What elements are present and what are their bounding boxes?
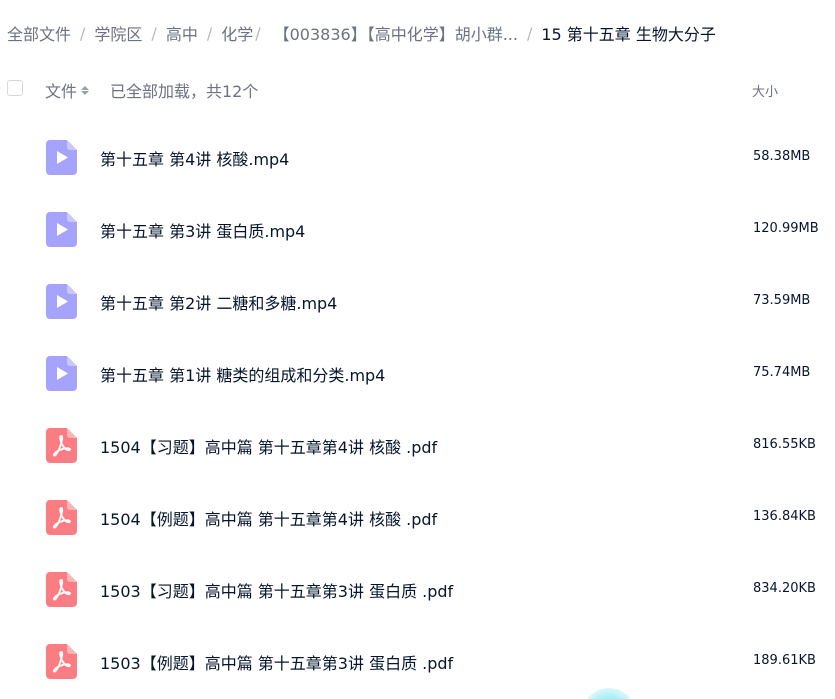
name-column-header[interactable]: 文件 xyxy=(45,78,90,102)
file-size: 58.38MB xyxy=(753,149,811,164)
size-column-header[interactable]: 大小 xyxy=(752,81,778,100)
breadcrumb-item-chemistry[interactable]: 化学 xyxy=(221,21,253,45)
video-file-icon xyxy=(46,356,77,391)
file-size: 120.99MB xyxy=(753,221,819,236)
breadcrumb-item-academy[interactable]: 学院区 xyxy=(94,21,142,45)
file-row[interactable]: 1503【习题】高中篇 第十五章第3讲 蛋白质 .pdf 834.20KB xyxy=(0,554,835,626)
file-name[interactable]: 1503【习题】高中篇 第十五章第3讲 蛋白质 .pdf xyxy=(100,578,453,602)
file-size: 136.84KB xyxy=(753,509,816,524)
breadcrumb-item-high-school[interactable]: 高中 xyxy=(166,21,198,45)
breadcrumb-separator: / xyxy=(255,23,261,43)
file-name[interactable]: 1503【例题】高中篇 第十五章第3讲 蛋白质 .pdf xyxy=(100,650,453,674)
pdf-file-icon xyxy=(46,500,77,535)
file-row[interactable]: 1504【习题】高中篇 第十五章第4讲 核酸 .pdf 816.55KB xyxy=(0,410,835,482)
file-size: 834.20KB xyxy=(753,581,816,596)
select-all-checkbox[interactable] xyxy=(7,80,23,96)
load-status-text: 已全部加载，共12个 xyxy=(110,82,259,101)
breadcrumb-separator: / xyxy=(206,23,213,43)
file-row[interactable]: 第十五章 第2讲 二糖和多糖.mp4 73.59MB xyxy=(0,266,835,338)
file-row[interactable]: 1504【例题】高中篇 第十五章第4讲 核酸 .pdf 136.84KB xyxy=(0,482,835,554)
pdf-file-icon xyxy=(46,644,77,679)
file-size: 189.61KB xyxy=(753,653,816,668)
breadcrumb-separator: / xyxy=(151,23,157,43)
video-file-icon xyxy=(46,140,77,175)
video-file-icon xyxy=(46,212,77,247)
file-row[interactable]: 第十五章 第4讲 核酸.mp4 58.38MB xyxy=(0,122,835,194)
list-header: 文件 已全部加载，共12个 大小 xyxy=(0,76,835,104)
file-name[interactable]: 第十五章 第1讲 糖类的组成和分类.mp4 xyxy=(100,362,385,386)
file-name[interactable]: 第十五章 第2讲 二糖和多糖.mp4 xyxy=(100,290,337,314)
sort-icon[interactable] xyxy=(81,85,90,95)
file-row[interactable]: 第十五章 第1讲 糖类的组成和分类.mp4 75.74MB xyxy=(0,338,835,410)
file-size: 816.55KB xyxy=(753,437,816,452)
file-name[interactable]: 第十五章 第3讲 蛋白质.mp4 xyxy=(100,218,305,242)
breadcrumb-separator: / xyxy=(526,23,533,43)
file-row[interactable]: 1503【例题】高中篇 第十五章第3讲 蛋白质 .pdf 189.61KB xyxy=(0,626,835,698)
pdf-file-icon xyxy=(46,428,77,463)
video-file-icon xyxy=(46,284,77,319)
file-row[interactable]: 第十五章 第3讲 蛋白质.mp4 120.99MB xyxy=(0,194,835,266)
file-name[interactable]: 第十五章 第4讲 核酸.mp4 xyxy=(100,146,289,170)
file-name[interactable]: 1504【习题】高中篇 第十五章第4讲 核酸 .pdf xyxy=(100,434,437,458)
file-list: 第十五章 第4讲 核酸.mp4 58.38MB 第十五章 第3讲 蛋白质.mp4 1… xyxy=(0,122,835,698)
breadcrumb-item-course[interactable]: 【003836】【高中化学】胡小群... xyxy=(274,21,518,45)
file-size: 75.74MB xyxy=(753,365,811,380)
breadcrumb-item-current-folder: 15 第十五章 生物大分子 xyxy=(541,25,716,44)
breadcrumb-separator: / xyxy=(80,23,86,43)
pdf-file-icon xyxy=(46,572,77,607)
breadcrumb: 全部文件 / 学院区 / 高中 / 化学 / 【003836】【高中化学】胡小群… xyxy=(7,20,716,46)
file-browser: 全部文件 / 学院区 / 高中 / 化学 / 【003836】【高中化学】胡小群… xyxy=(0,0,835,699)
file-size: 73.59MB xyxy=(753,293,811,308)
file-name[interactable]: 1504【例题】高中篇 第十五章第4讲 核酸 .pdf xyxy=(100,506,437,530)
breadcrumb-item-all-files[interactable]: 全部文件 xyxy=(7,21,71,45)
name-column-label: 文件 xyxy=(45,82,78,101)
